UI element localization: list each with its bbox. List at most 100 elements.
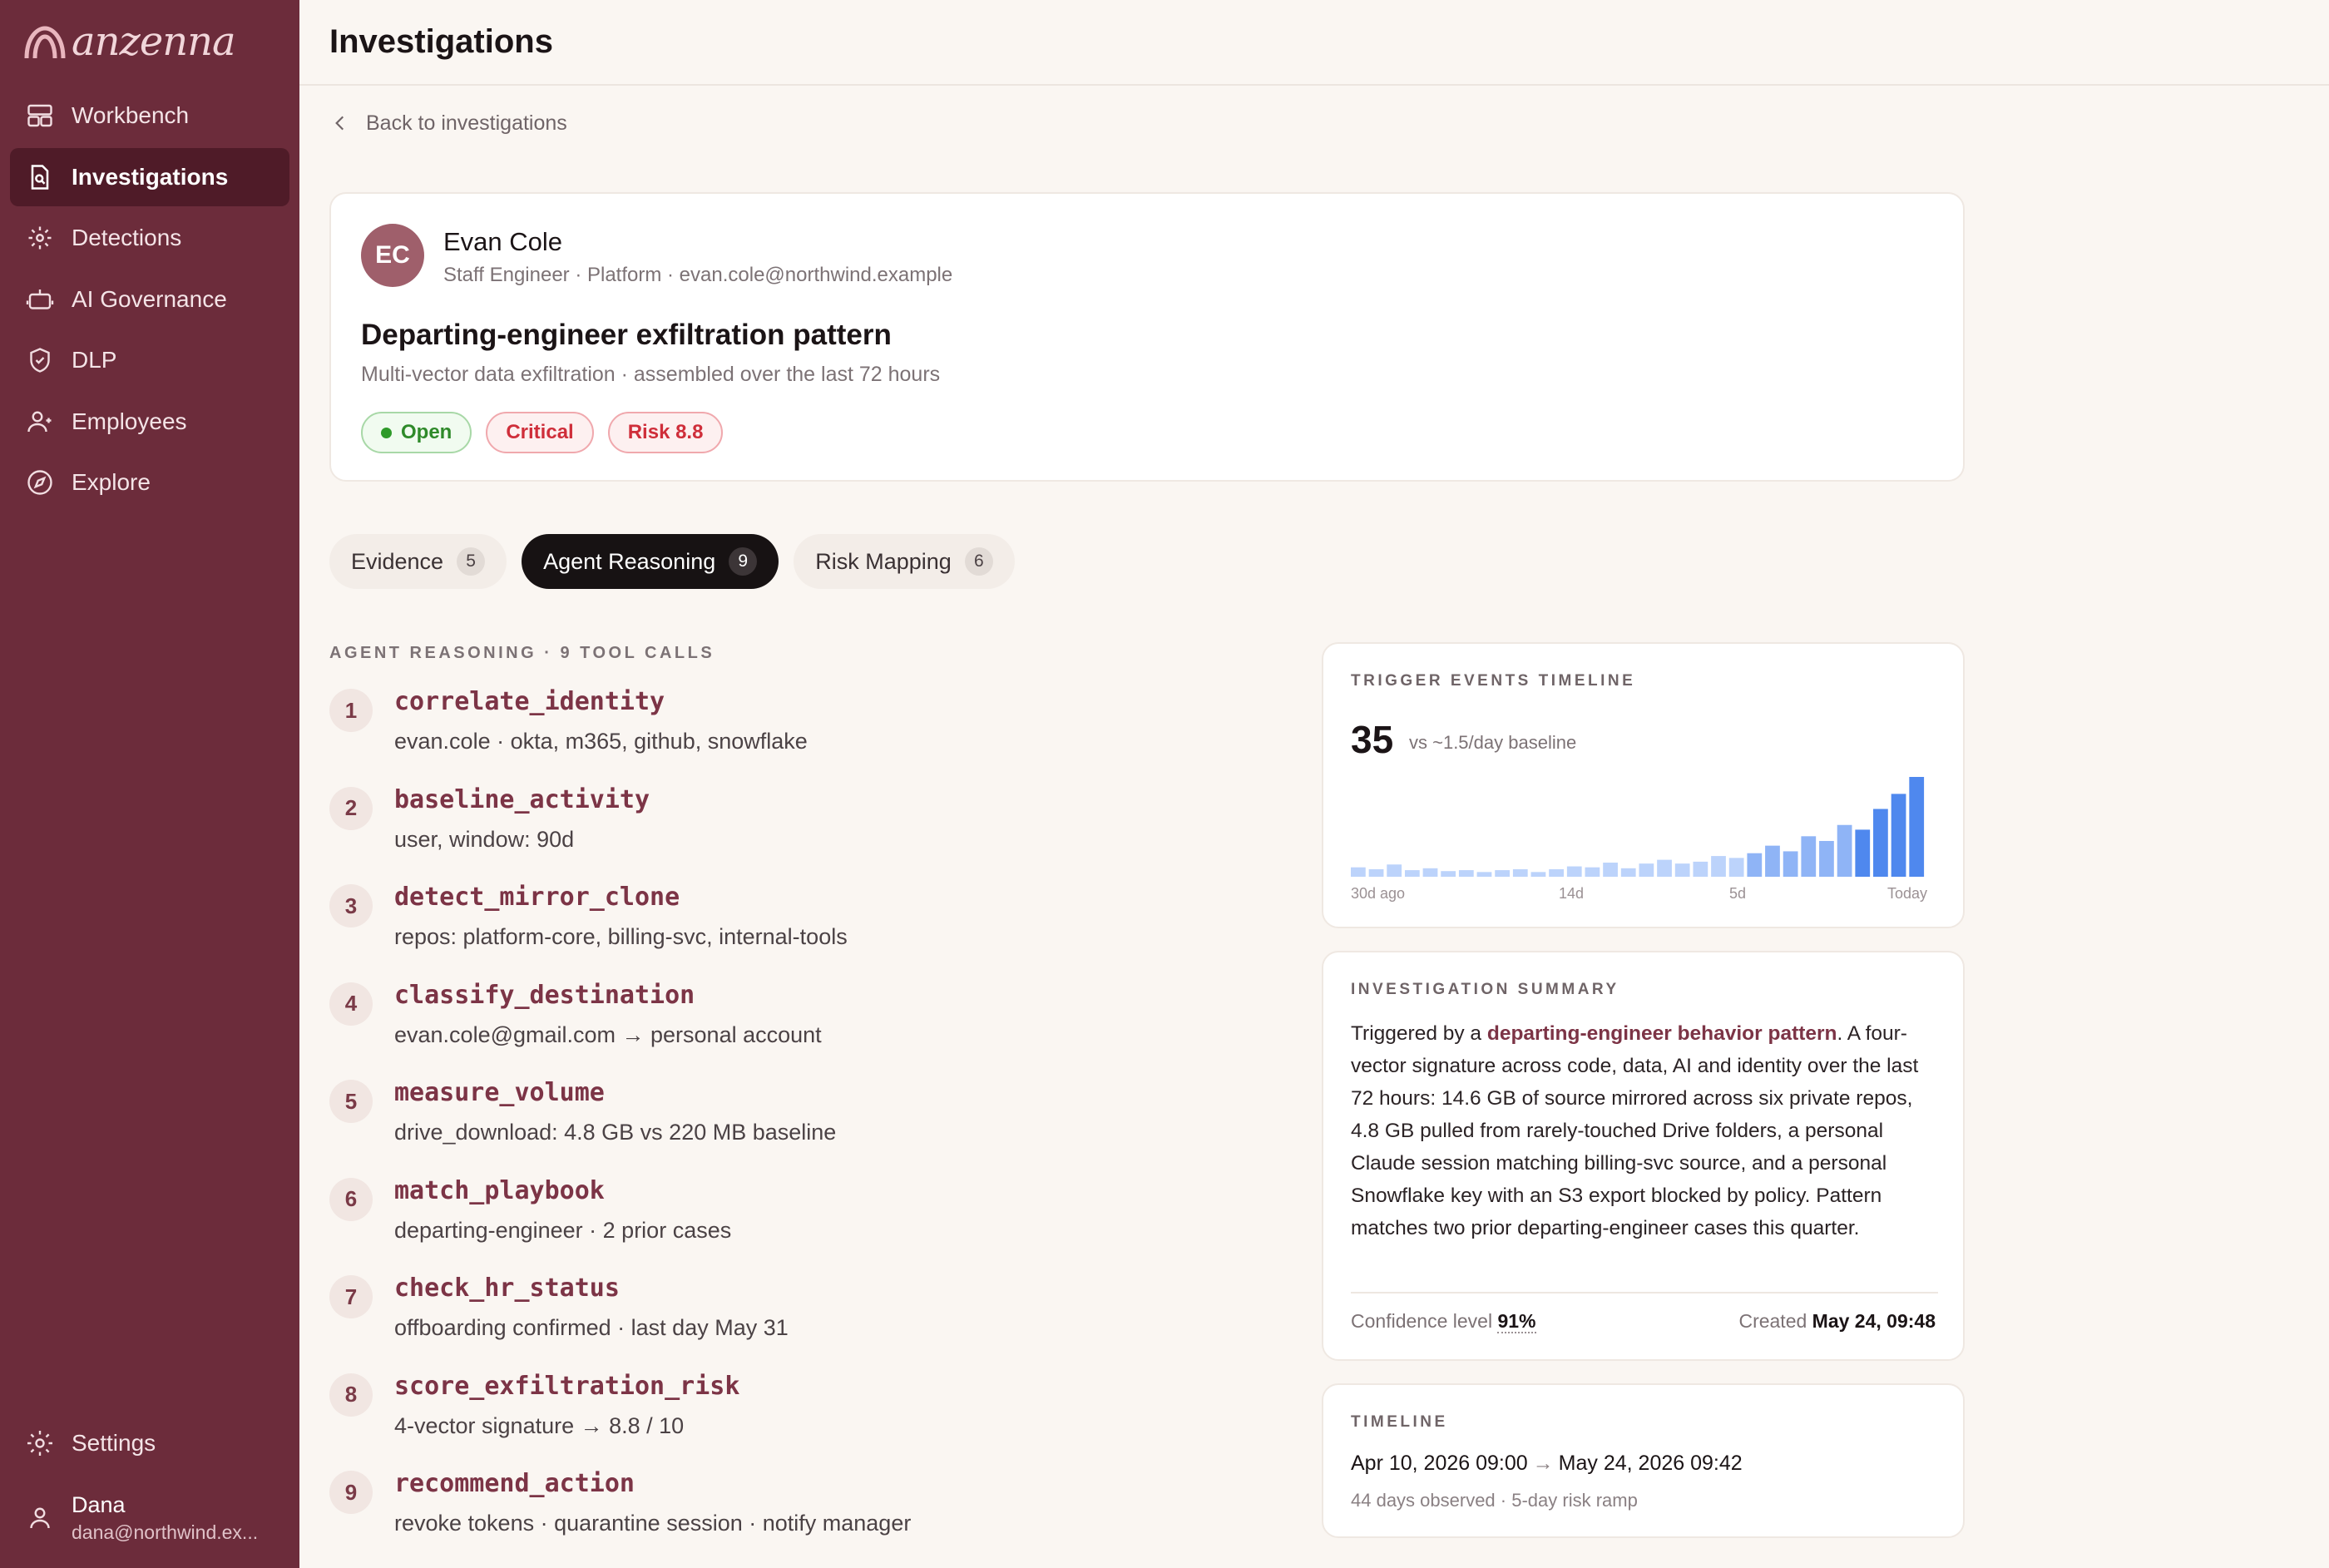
- tab-risk-mapping[interactable]: Risk Mapping 6: [794, 534, 1015, 589]
- reasoning-section-label: AGENT REASONING · 9 TOOL CALLS: [329, 644, 715, 662]
- sidebar-item-detections[interactable]: Detections: [10, 209, 289, 267]
- tool-args: user, window: 90d: [394, 826, 575, 852]
- chart-bar: [1909, 777, 1925, 877]
- list-item: 9 recommend_action revoke tokens · quara…: [329, 1462, 1244, 1561]
- step-number: 6: [329, 1177, 373, 1221]
- sidebar-item-ai-governance[interactable]: AI Governance: [10, 270, 289, 329]
- case-badges: Open Critical Risk 8.8: [361, 412, 724, 453]
- chart-bar: [1711, 856, 1726, 877]
- timeline-end: May 24, 2026 09:42: [1558, 1452, 1743, 1475]
- chart-bar: [1728, 858, 1744, 877]
- chevron-left-icon: [335, 116, 344, 131]
- top-bar: Investigations: [299, 0, 2329, 86]
- tab-count: 9: [729, 547, 758, 576]
- tool-name: check_hr_status: [394, 1274, 620, 1303]
- summary-text-body: . A four-vector signature across code, d…: [1351, 1022, 1919, 1239]
- layout-icon: [25, 101, 55, 131]
- tool-name: measure_volume: [394, 1078, 605, 1107]
- tool-args: departing-engineer · 2 prior cases: [394, 1217, 732, 1243]
- chart-x-axis: 30d ago 14d 5d Today: [1351, 885, 1927, 910]
- app-name: anzenna: [72, 18, 236, 65]
- chart-bar: [1458, 870, 1474, 877]
- trigger-bar-chart: [1351, 777, 1927, 877]
- page-title: Investigations: [329, 23, 553, 60]
- chart-bar: [1765, 845, 1780, 877]
- x-tick-label: 5d: [1729, 885, 1747, 902]
- trigger-baseline: vs ~1.5/day baseline: [1409, 732, 1577, 753]
- status-dot-icon: [381, 427, 392, 438]
- chart-bar: [1422, 868, 1438, 877]
- x-tick-label: Today: [1886, 885, 1927, 902]
- user-name: Dana: [72, 1492, 126, 1517]
- step-number: 2: [329, 786, 373, 830]
- divider: [1351, 1292, 1938, 1293]
- sidebar-item-investigations[interactable]: Investigations: [10, 147, 289, 206]
- card-label: INVESTIGATION SUMMARY: [1351, 981, 1619, 998]
- sidebar-item-label: Explore: [72, 469, 151, 495]
- back-to-investigations-link[interactable]: Back to investigations: [329, 106, 567, 140]
- sidebar-item-label: AI Governance: [72, 285, 227, 312]
- step-number: 8: [329, 1373, 373, 1417]
- user-email: dana@northwind.ex...: [72, 1521, 259, 1543]
- user-profile[interactable]: Dana dana@northwind.ex...: [25, 1485, 291, 1551]
- tool-args: offboarding confirmed · last day May 31: [394, 1315, 789, 1340]
- sidebar-item-employees[interactable]: Employees: [10, 393, 289, 451]
- person-meta: Staff Engineer · Platform · evan.cole@no…: [443, 264, 953, 286]
- card-label: TRIGGER EVENTS TIMELINE: [1351, 672, 1636, 690]
- created-label: Created: [1738, 1310, 1807, 1332]
- case-tabs: Evidence 5 Agent Reasoning 9 Risk Mappin…: [329, 534, 1015, 589]
- confidence-level: Confidence level 91%: [1351, 1310, 1536, 1333]
- chart-bar: [1837, 824, 1852, 877]
- chart-bar: [1476, 872, 1492, 877]
- summary-text: Triggered by a departing-engineer behavi…: [1351, 1017, 1938, 1244]
- x-tick-label: 14d: [1559, 885, 1585, 902]
- sidebar: anzenna Workbench Investigations Detecti…: [0, 0, 299, 1568]
- tab-evidence[interactable]: Evidence 5: [329, 534, 507, 589]
- compass-icon: [25, 467, 55, 497]
- tool-name: detect_mirror_clone: [394, 883, 680, 912]
- tool-name: baseline_activity: [394, 784, 650, 814]
- x-tick-label: 30d ago: [1351, 885, 1406, 902]
- avatar: EC: [361, 224, 424, 287]
- list-item: 3 detect_mirror_clone repos: platform-co…: [329, 876, 1244, 974]
- sidebar-item-workbench[interactable]: Workbench: [10, 87, 289, 145]
- list-item: 2 baseline_activity user, window: 90d: [329, 779, 1244, 877]
- confidence-label: Confidence level: [1351, 1310, 1493, 1332]
- case-subtitle: Multi-vector data exfiltration · assembl…: [361, 363, 941, 386]
- tool-args: evan.cole · okta, m365, github, snowflak…: [394, 729, 808, 754]
- tool-call-list: 1 correlate_identity evan.cole · okta, m…: [329, 680, 1244, 1561]
- timeline-range: Apr 10, 2026 09:00 → May 24, 2026 09:42: [1351, 1452, 1743, 1476]
- sidebar-item-label: Detections: [72, 225, 182, 250]
- chart-bar: [1801, 836, 1817, 877]
- trigger-chart-svg: [1351, 777, 1925, 877]
- sidebar-item-explore[interactable]: Explore: [10, 453, 289, 512]
- logo-mark-icon: [24, 26, 66, 59]
- step-number: 7: [329, 1275, 373, 1318]
- app-logo[interactable]: anzenna: [23, 17, 236, 67]
- tool-args: drive_download: 4.8 GB vs 220 MB baselin…: [394, 1120, 837, 1145]
- sidebar-item-dlp[interactable]: DLP: [10, 331, 289, 389]
- tool-name: match_playbook: [394, 1175, 605, 1205]
- confidence-value[interactable]: 91%: [1497, 1310, 1536, 1333]
- list-item: 6 match_playbook departing-engineer · 2 …: [329, 1170, 1244, 1268]
- chart-bar: [1891, 794, 1906, 877]
- chart-bar: [1819, 840, 1834, 877]
- arrow-right-icon: →: [1532, 1452, 1554, 1475]
- chart-bar: [1566, 866, 1582, 877]
- investigation-summary-card: INVESTIGATION SUMMARY Triggered by a dep…: [1322, 951, 1965, 1361]
- tab-label: Risk Mapping: [815, 548, 952, 574]
- summary-pattern-link[interactable]: departing-engineer behavior pattern: [1487, 1022, 1837, 1045]
- risk-badge: Risk 8.8: [607, 412, 724, 453]
- chart-bar: [1530, 872, 1546, 877]
- timeline-card: TIMELINE Apr 10, 2026 09:00 → May 24, 2026…: [1322, 1383, 1965, 1538]
- tab-count: 6: [964, 547, 993, 576]
- gear-icon: [25, 1428, 55, 1458]
- shield-icon: [25, 345, 55, 375]
- tab-agent-reasoning[interactable]: Agent Reasoning 9: [522, 534, 779, 589]
- tool-args: repos: platform-core, billing-svc, inter…: [394, 924, 848, 949]
- tab-label: Evidence: [351, 548, 444, 574]
- sidebar-item-settings[interactable]: Settings: [10, 1414, 289, 1472]
- tool-args: evan.cole@gmail.com → personal account: [394, 1021, 822, 1047]
- chart-bar: [1368, 868, 1384, 877]
- timeline-meta: 44 days observed · 5-day risk ramp: [1351, 1490, 1638, 1511]
